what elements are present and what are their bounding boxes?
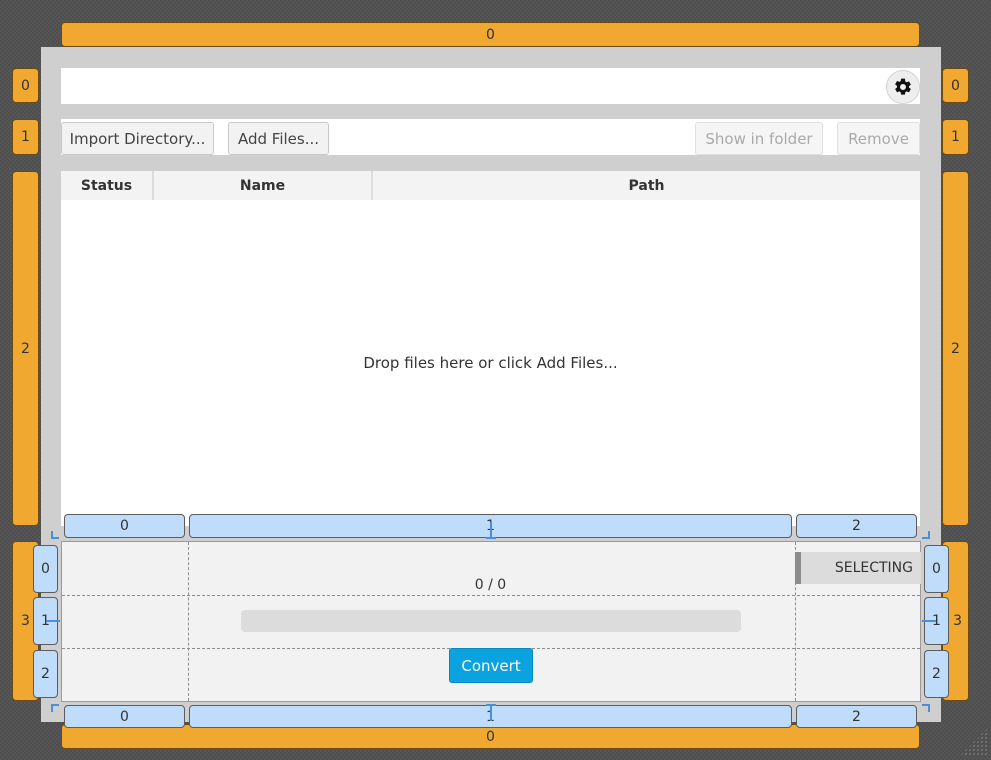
column-resize-marker [490,522,492,538]
row-index-label: 1 [21,129,30,145]
add-files-button[interactable]: Add Files... [228,122,329,155]
column-index-label: 0 [120,518,129,534]
column-resize-marker [486,704,496,706]
column-header-name[interactable]: Name [154,171,373,200]
row-index-label: 1 [951,129,960,145]
bottom-grid-row-header-right-2: 2 [924,650,949,698]
row-index-label: 0 [21,77,30,94]
row-index-label: 2 [951,340,960,357]
bottom-grid-row-header-right-0: 0 [924,545,949,593]
column-header-status[interactable]: Status [61,171,154,200]
column-index-label: 2 [852,708,861,725]
grid-corner-marker [51,531,59,539]
grid-column-divider [188,542,189,701]
column-resize-marker [486,537,496,539]
row-index-label: 0 [932,561,941,577]
column-index-label: 0 [486,26,495,43]
grid-corner-marker [51,704,59,712]
column-resize-marker [490,705,492,721]
header-bar [61,68,920,104]
bottom-grid-column-header-top-0: 0 [64,514,185,538]
outer-column-header-top: 0 [61,22,920,47]
outer-row-header-right-0: 0 [942,68,969,103]
progress-bar [241,610,741,632]
bottom-grid-row-header-left-0: 0 [33,545,58,593]
outer-row-header-left-0: 0 [12,68,39,103]
row-index-label: 2 [932,666,941,682]
bottom-grid-column-header-top-2: 2 [796,514,917,538]
gear-icon [895,78,911,95]
bottom-grid-column-header-bottom-2: 2 [796,705,917,728]
row-index-label: 2 [41,666,50,682]
outer-row-header-right-1: 1 [942,119,969,155]
grid-corner-marker [922,531,930,539]
grid-corner-marker [922,704,930,712]
row-resize-marker [46,620,60,622]
outer-row-header-left-2: 2 [12,171,39,526]
column-index-label: 0 [486,728,495,745]
convert-button[interactable]: Convert [449,648,533,683]
import-directory-button[interactable]: Import Directory... [61,122,214,155]
status-mode-label: SELECTING [795,552,921,584]
row-index-label: 3 [21,613,30,629]
bottom-grid-column-header-bottom-0: 0 [64,705,185,728]
grid-row-divider [62,595,920,596]
remove-button[interactable]: Remove [837,122,920,155]
settings-button[interactable] [886,70,920,104]
row-index-label: 3 [953,613,962,629]
resize-grip[interactable] [960,728,988,756]
row-index-label: 0 [951,77,960,94]
outer-row-header-left-1: 1 [12,119,39,155]
show-in-folder-button[interactable]: Show in folder [695,122,823,155]
column-index-label: 2 [852,518,861,534]
row-index-label: 0 [41,561,50,577]
row-resize-marker [922,620,936,622]
row-index-label: 2 [21,340,30,357]
outer-row-header-right-2: 2 [942,171,969,526]
column-index-label: 0 [120,708,129,725]
progress-count-label: 0 / 0 [474,577,507,593]
table-empty-placeholder: Drop files here or click Add Files... [363,354,618,372]
column-header-path[interactable]: Path [373,171,920,200]
bottom-grid-row-header-left-2: 2 [33,650,58,698]
